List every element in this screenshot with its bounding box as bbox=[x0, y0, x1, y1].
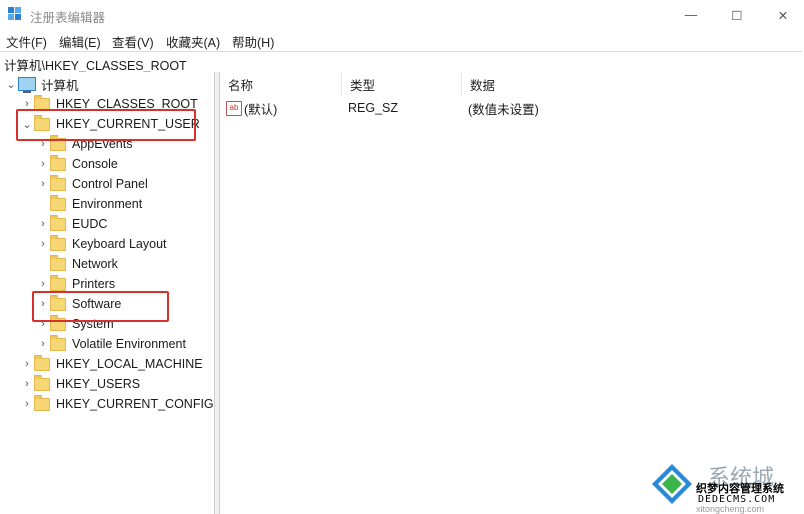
folder-icon bbox=[34, 354, 50, 371]
minimize-icon: — bbox=[684, 8, 698, 22]
window-title: 注册表编辑器 bbox=[30, 11, 106, 25]
tree-label: Keyboard Layout bbox=[72, 237, 167, 251]
tree-item-volatile-environment[interactable]: › Volatile Environment bbox=[36, 334, 186, 354]
tree-item-console[interactable]: › Console bbox=[36, 154, 118, 174]
menu-edit[interactable]: 编辑(E) bbox=[59, 32, 101, 51]
column-header-type[interactable]: 类型 bbox=[342, 72, 462, 96]
tree-item-control-panel[interactable]: › Control Panel bbox=[36, 174, 148, 194]
tree-item-eudc[interactable]: › EUDC bbox=[36, 214, 107, 234]
regedit-icon bbox=[8, 7, 21, 20]
minimize-button[interactable]: — bbox=[668, 0, 714, 30]
tree-label: Printers bbox=[72, 277, 116, 291]
menu-file[interactable]: 文件(F) bbox=[6, 32, 47, 51]
title-bar: 注册表编辑器 — ☐ ✕ bbox=[0, 0, 804, 30]
value-data-cell: (数值未设置) bbox=[468, 98, 539, 118]
folder-icon bbox=[34, 374, 50, 391]
tree-label: Console bbox=[72, 157, 118, 171]
chevron-right-icon[interactable]: › bbox=[20, 374, 34, 394]
tree-label: HKEY_USERS bbox=[56, 377, 141, 391]
folder-icon bbox=[34, 394, 50, 411]
tree-item-environment[interactable]: Environment bbox=[36, 194, 142, 214]
address-bar[interactable]: 计算机\HKEY_CLASSES_ROOT bbox=[0, 51, 802, 73]
menu-bar: 文件(F) 编辑(E) 查看(V) 收藏夹(A) 帮助(H) bbox=[0, 30, 804, 51]
maximize-button[interactable]: ☐ bbox=[714, 0, 760, 30]
tree-item-hkey-local-machine[interactable]: › HKEY_LOCAL_MACHINE bbox=[20, 354, 203, 374]
chevron-down-icon[interactable]: ⌄ bbox=[4, 74, 18, 94]
string-value-icon: ab bbox=[226, 100, 242, 116]
folder-icon bbox=[50, 214, 66, 231]
tree-label: HKEY_CURRENT_CONFIG bbox=[56, 397, 214, 411]
tree-item-hkey-users[interactable]: › HKEY_USERS bbox=[20, 374, 140, 394]
tree-item-keyboard-layout[interactable]: › Keyboard Layout bbox=[36, 234, 167, 254]
column-header-name[interactable]: 名称 bbox=[220, 72, 342, 96]
folder-icon bbox=[50, 234, 66, 251]
tree-label: EUDC bbox=[72, 217, 108, 231]
menu-favorites[interactable]: 收藏夹(A) bbox=[166, 32, 220, 51]
tree-label: 计算机 bbox=[41, 78, 79, 93]
folder-icon bbox=[50, 194, 66, 211]
folder-icon bbox=[50, 154, 66, 171]
values-pane[interactable]: 名称 类型 数据 ab (默认) REG_SZ (数值未设置) bbox=[220, 72, 804, 514]
tree-pane[interactable]: ⌄ 计算机 › HKEY_CLASSES_ROOT ⌄ HKEY_CURRENT… bbox=[0, 72, 215, 514]
watermark-text-4: xitongcheng.com bbox=[696, 504, 765, 514]
computer-icon bbox=[18, 77, 36, 93]
chevron-right-icon[interactable]: › bbox=[36, 334, 50, 354]
tree-label: Network bbox=[72, 257, 118, 271]
close-icon: ✕ bbox=[777, 8, 789, 23]
chevron-right-icon[interactable]: › bbox=[36, 174, 50, 194]
value-name: (默认) bbox=[244, 102, 278, 117]
chevron-right-icon[interactable]: › bbox=[36, 234, 50, 254]
folder-icon bbox=[50, 334, 66, 351]
value-data: (数值未设置) bbox=[468, 102, 539, 117]
tree-label: Environment bbox=[72, 197, 143, 211]
maximize-icon: ☐ bbox=[731, 8, 743, 23]
tree-label: HKEY_LOCAL_MACHINE bbox=[56, 357, 203, 371]
folder-icon bbox=[50, 274, 66, 291]
highlight-box-current-user bbox=[16, 109, 196, 141]
tree-item-network[interactable]: Network bbox=[36, 254, 118, 274]
watermark-logo-icon bbox=[652, 464, 692, 504]
tree-item-computer[interactable]: ⌄ 计算机 bbox=[4, 74, 79, 94]
chevron-right-icon[interactable]: › bbox=[20, 394, 34, 414]
chevron-right-icon[interactable]: › bbox=[36, 154, 50, 174]
value-type-cell: REG_SZ bbox=[348, 98, 398, 118]
tree-item-hkey-current-config[interactable]: › HKEY_CURRENT_CONFIG bbox=[20, 394, 214, 414]
tree-label: Volatile Environment bbox=[72, 337, 186, 351]
value-row[interactable]: ab (默认) bbox=[226, 98, 277, 118]
folder-icon bbox=[50, 174, 66, 191]
menu-view[interactable]: 查看(V) bbox=[112, 32, 154, 51]
chevron-right-icon[interactable]: › bbox=[20, 354, 34, 374]
highlight-box-software bbox=[32, 291, 169, 322]
watermark: 系统城 织梦内容管理系统 DEDECMS.COM xitongcheng.com bbox=[648, 458, 804, 514]
chevron-right-icon[interactable]: › bbox=[36, 214, 50, 234]
close-button[interactable]: ✕ bbox=[760, 0, 804, 30]
value-type: REG_SZ bbox=[348, 101, 399, 115]
tree-label: Control Panel bbox=[72, 177, 148, 191]
folder-icon bbox=[50, 254, 66, 271]
menu-help[interactable]: 帮助(H) bbox=[232, 32, 274, 51]
column-header-data[interactable]: 数据 bbox=[462, 72, 662, 96]
